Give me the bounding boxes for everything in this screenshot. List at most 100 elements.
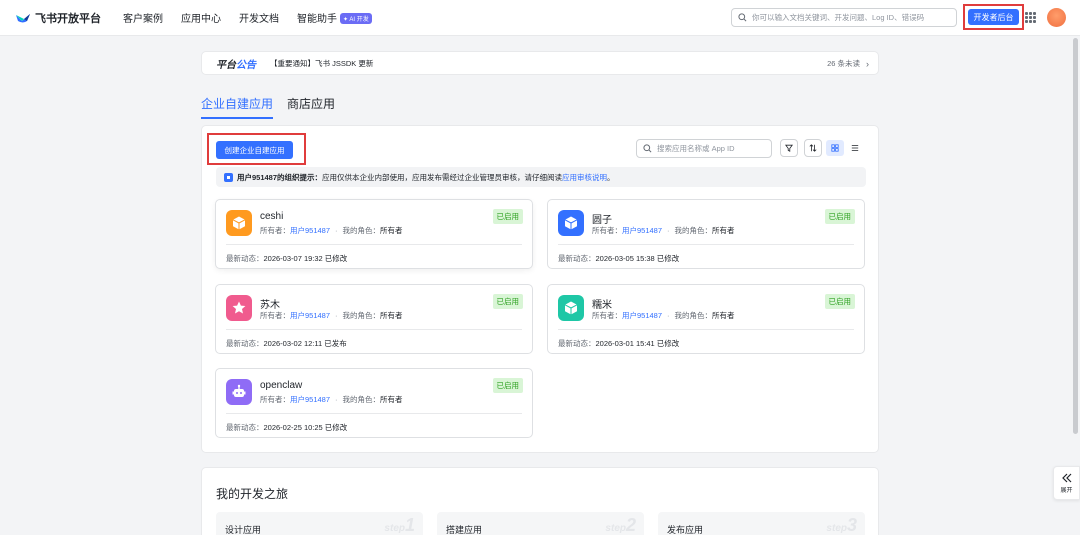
announcement-bar[interactable]: 平台公告 【重要通知】飞书 JSSDK 更新 26 条未读 › [201,51,879,75]
announcement-text[interactable]: 【重要通知】飞书 JSSDK 更新 [270,58,373,69]
sort-icon [809,144,817,152]
step-label: 发布应用 [667,525,704,535]
step-label: 设计应用 [225,525,262,535]
ai-badge: ✦ AI 开发 [340,13,372,24]
tab-store-apps[interactable]: 商店应用 [287,95,335,119]
info-icon [224,172,233,182]
feishu-logo-icon [16,13,30,22]
org-notice: 用户951487的组织提示： 应用仅供本企业内部使用，应用发布需经过企业管理员审… [216,167,866,187]
dev-console-highlight: 开发者后台 [963,4,1024,30]
grid-view-button[interactable] [826,140,844,156]
box-icon [226,210,252,236]
chevron-right-icon[interactable]: › [866,59,869,69]
create-app-highlight: 创建企业自建应用 [207,133,306,165]
announcement-label: 平台公告 [216,59,256,71]
step-publish[interactable]: 发布应用 step3 [658,512,865,535]
notice-end: 。 [607,172,615,182]
owner-link[interactable]: 用户951487 [622,311,662,320]
app-meta: 所有者：用户951487 · 我的角色：所有者 [260,311,403,320]
owner-link[interactable]: 用户951487 [290,395,330,404]
app-activity: 最新动态：2026-03-07 19:32 已修改 [226,254,348,263]
nav-customer-cases[interactable]: 客户案例 [123,10,163,25]
list-view-button[interactable] [846,140,864,156]
box-icon [558,295,584,321]
scrollbar[interactable] [1073,38,1078,434]
search-icon [738,13,747,22]
nav-dev-docs[interactable]: 开发文档 [239,10,279,25]
app-card-sumu[interactable]: 苏木 已启用 所有者：用户951487 · 我的角色：所有者 最新动态：2026-0… [215,284,533,354]
status-badge: 已启用 [492,294,523,309]
divider [226,244,522,245]
app-name: 圆子 [592,215,612,226]
notice-title: 用户951487的组织提示： [237,172,323,182]
app-meta: 所有者：用户951487 · 我的角色：所有者 [592,311,735,320]
top-nav: 飞书开放平台 客户案例 应用中心 开发文档 智能助手✦ AI 开发 开发者后台 [0,0,1080,36]
app-card-yuanzi[interactable]: 圆子 已启用 所有者：用户951487 · 我的角色：所有者 最新动态：2026-0… [547,199,865,269]
step-watermark: step1 [384,515,415,535]
logo[interactable]: 飞书开放平台 [15,10,101,26]
nav-app-center[interactable]: 应用中心 [181,10,221,25]
app-meta: 所有者：用户951487 · 我的角色：所有者 [592,226,735,235]
divider [558,329,854,330]
app-activity: 最新动态：2026-03-01 15:41 已修改 [558,339,680,348]
step-label: 搭建应用 [446,525,483,535]
divider [558,244,854,245]
box-icon [558,210,584,236]
status-badge: 已启用 [824,209,855,224]
app-tabs: 企业自建应用 商店应用 [201,95,349,119]
create-app-button[interactable]: 创建企业自建应用 [216,141,293,159]
status-badge: 已启用 [492,378,523,393]
app-activity: 最新动态：2026-03-02 12:11 已发布 [226,339,347,348]
divider [226,329,522,330]
notice-text: 应用仅供本企业内部使用，应用发布需经过企业管理员审核，请仔细阅读 [322,172,563,182]
logo-text: 飞书开放平台 [35,12,101,25]
journey-title: 我的开发之旅 [216,487,289,501]
doc-search-box[interactable] [731,8,957,27]
filter-button[interactable] [780,139,798,157]
nav-smart-assistant[interactable]: 智能助手 ✦ AI 开发 [297,10,372,25]
expand-label: 展开 [1060,487,1073,494]
step-watermark: step2 [605,515,636,535]
app-activity: 最新动态：2026-03-05 15:38 已修改 [558,254,680,263]
avatar[interactable] [1047,8,1066,27]
app-grid-icon[interactable] [1025,12,1036,23]
view-toggle [826,139,867,157]
app-name: openclaw [260,380,303,391]
owner-link[interactable]: 用户951487 [290,311,330,320]
divider [226,413,522,414]
robot-icon [226,379,252,405]
owner-link[interactable]: 用户951487 [622,226,662,235]
grid-view-icon [831,144,839,152]
step-watermark: step3 [826,515,857,535]
expand-button[interactable]: 展开 [1053,466,1080,500]
filter-icon [785,144,793,152]
app-search-box[interactable] [636,139,772,158]
dev-journey-panel: 我的开发之旅 设计应用 step1 搭建应用 step2 发布应用 step3 [201,467,879,535]
app-name: ceshi [260,211,284,222]
doc-search-input[interactable] [752,13,952,22]
app-card-ceshi[interactable]: ceshi 已启用 所有者：用户951487 · 我的角色：所有者 最新动态：202… [215,199,533,269]
step-build[interactable]: 搭建应用 step2 [437,512,644,535]
search-icon [643,144,652,153]
app-name: 苏木 [260,300,280,311]
list-view-icon [851,145,859,151]
review-guide-link[interactable]: 应用审核说明 [562,172,607,183]
star-icon [226,295,252,321]
nav-smart-assistant-label: 智能助手 [297,14,337,25]
app-list-panel: 创建企业自建应用 用户951487的组织提示： 应用仅供本企业内部使用，应用发布… [201,125,879,453]
sort-button[interactable] [804,139,822,157]
owner-link[interactable]: 用户951487 [290,226,330,235]
app-search-input[interactable] [657,144,767,153]
tab-internal-apps[interactable]: 企业自建应用 [201,95,274,119]
unread-count[interactable]: 26 条未读 [827,58,860,69]
app-name: 糯米 [592,300,612,311]
status-badge: 已启用 [824,294,855,309]
app-meta: 所有者：用户951487 · 我的角色：所有者 [260,226,403,235]
app-card-nuomi[interactable]: 糯米 已启用 所有者：用户951487 · 我的角色：所有者 最新动态：2026-0… [547,284,865,354]
status-badge: 已启用 [492,209,523,224]
dev-console-button[interactable]: 开发者后台 [968,9,1019,25]
app-activity: 最新动态：2026-02-25 10:25 已修改 [226,423,348,432]
app-meta: 所有者：用户951487 · 我的角色：所有者 [260,395,403,404]
app-card-openclaw[interactable]: openclaw 已启用 所有者：用户951487 · 我的角色：所有者 最新动态：… [215,368,533,438]
step-design[interactable]: 设计应用 step1 [216,512,423,535]
